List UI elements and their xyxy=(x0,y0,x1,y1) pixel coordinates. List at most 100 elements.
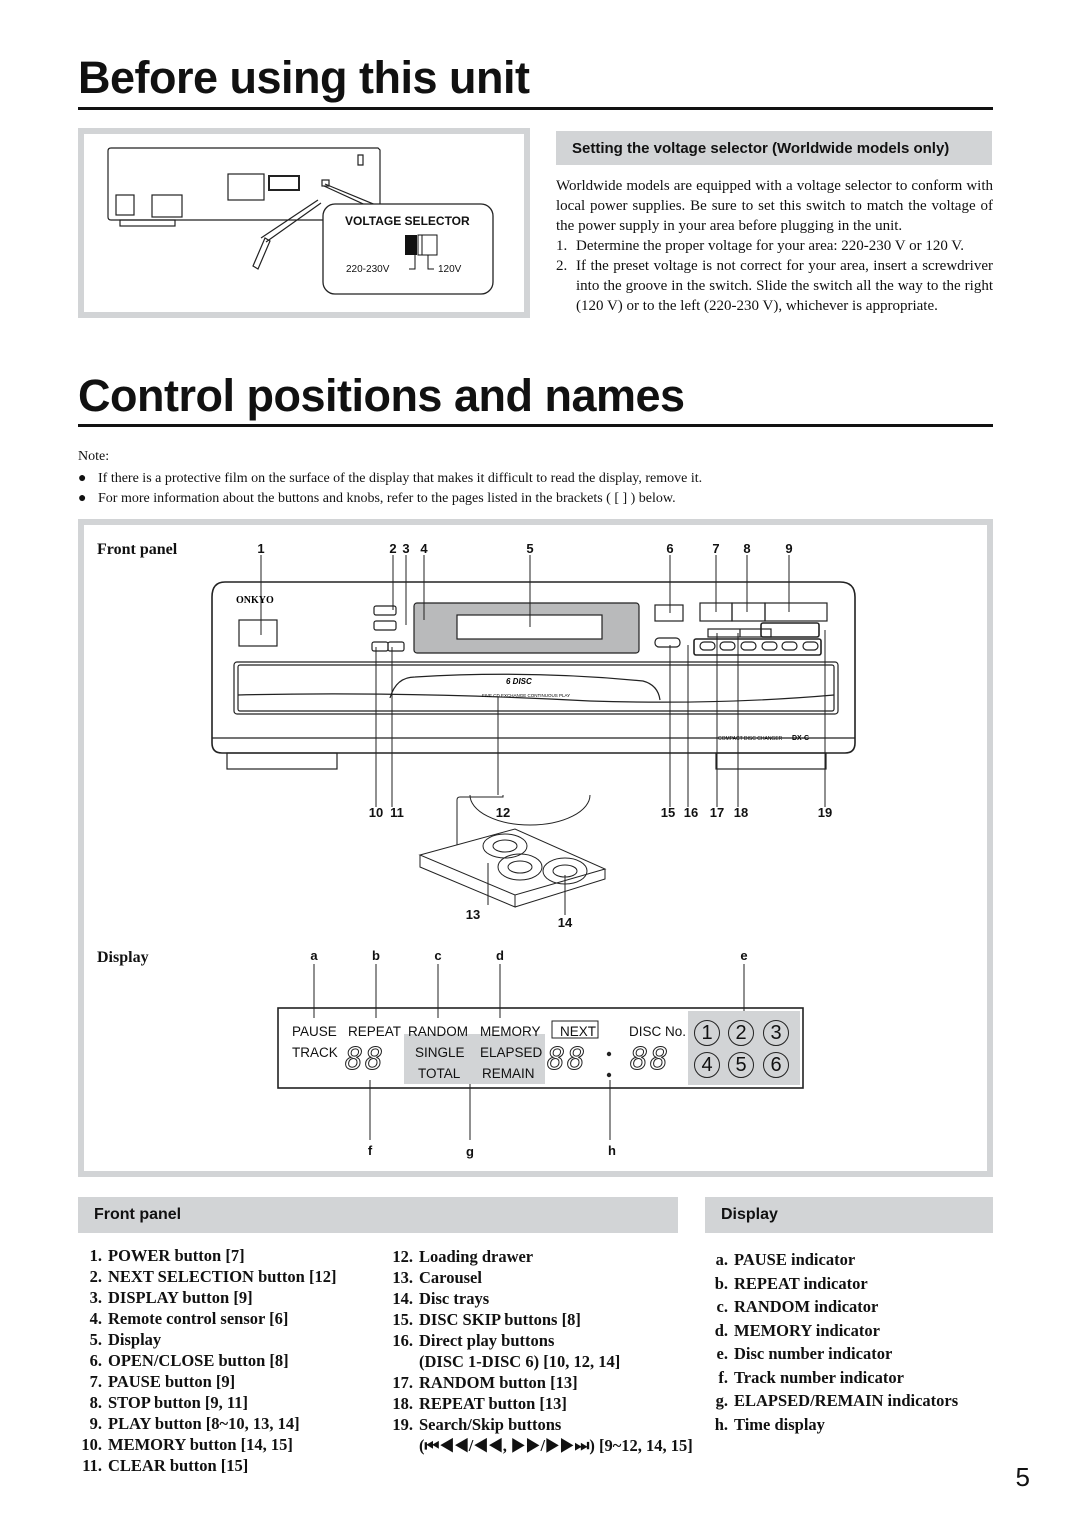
legend-item: c. RANDOM indicator xyxy=(700,1295,958,1319)
legend-item-text: MEMORY button [14, 15] xyxy=(108,1435,293,1454)
next-indicator: NEXT xyxy=(560,1024,597,1039)
legend-item-text: Search/Skip buttons xyxy=(419,1415,562,1434)
single-indicator: SINGLE xyxy=(415,1045,465,1060)
disc-number-6: 6 xyxy=(763,1052,789,1078)
callout-10: 10 xyxy=(368,805,384,820)
voltage-selector-label: VOLTAGE SELECTOR xyxy=(345,214,470,228)
legend-item-text: CLEAR button [15] xyxy=(108,1456,249,1475)
legend-item-text: ELAPSED/REMAIN indicators xyxy=(734,1391,959,1410)
callout-3: 3 xyxy=(402,541,410,556)
legend-item: g. ELAPSED/REMAIN indicators xyxy=(700,1389,959,1413)
section-title-before-using: Before using this unit xyxy=(78,52,530,103)
legend-item-text: Direct play buttons xyxy=(419,1331,555,1350)
legend-item-text: Track number indicator xyxy=(734,1367,904,1387)
memory-indicator: MEMORY xyxy=(480,1024,541,1039)
legend-item-text: (DISC 1-DISC 6) [10, 12, 14] xyxy=(419,1352,621,1371)
remain-indicator: REMAIN xyxy=(482,1066,535,1081)
legend-item: d. MEMORY indicator xyxy=(700,1319,958,1343)
legend-item: a. PAUSE indicator xyxy=(700,1248,958,1272)
legend-item-text: POWER button [7] xyxy=(108,1246,245,1265)
front-panel-list-col1: 1. POWER button [7] 2. NEXT SELECTION butto… xyxy=(74,1245,336,1476)
legend-item-number: 9. xyxy=(89,1414,102,1433)
callout-2: 2 xyxy=(389,541,397,556)
legend-item-text: PLAY button [8~10, 13, 14] xyxy=(108,1414,300,1433)
legend-item-text: REPEAT button [13] xyxy=(419,1394,567,1413)
legend-item: (⏮◀◀/◀◀, ▶▶/▶▶⏭) [9~12, 14, 15] xyxy=(385,1435,693,1456)
disc-number-2: 2 xyxy=(728,1020,754,1046)
legend-item-number: 1. xyxy=(89,1246,102,1265)
time-minutes-digits: 88 xyxy=(546,1042,588,1078)
legend-item: 1. POWER button [7] xyxy=(74,1245,336,1266)
legend-item: 17. RANDOM button [13] xyxy=(385,1372,693,1393)
callout-16: 16 xyxy=(683,805,699,820)
callout-h: h xyxy=(608,1143,616,1158)
legend-item: h. Time display xyxy=(700,1413,958,1437)
callout-1: 1 xyxy=(257,541,265,556)
legend-item-number: 14. xyxy=(392,1289,413,1308)
legend-item: 19. Search/Skip buttons xyxy=(385,1414,693,1435)
legend-item-number: d. xyxy=(714,1320,728,1340)
legend-item-number: c. xyxy=(716,1297,728,1316)
legend-item: 7. PAUSE button [9] xyxy=(74,1371,336,1392)
legend-item-number xyxy=(385,1435,413,1456)
legend-item: 4. Remote control sensor [6] xyxy=(74,1308,336,1329)
elapsed-indicator: ELAPSED xyxy=(480,1045,543,1060)
legend-item-number: a. xyxy=(715,1250,728,1269)
legend-item-number: 3. xyxy=(89,1288,102,1307)
callout-13: 13 xyxy=(465,907,481,922)
note-bullet: ● If there is a protective film on the su… xyxy=(78,471,703,486)
brand-logo: ONKYO xyxy=(236,595,274,606)
legend-item: f. Track number indicator xyxy=(700,1366,958,1390)
tagline: FIVE CD EXCHANGE CONTINUOUS PLAY xyxy=(482,693,570,698)
voltage-120-label: 120V xyxy=(438,264,462,275)
legend-item-text: (⏮◀◀/◀◀, ▶▶/▶▶⏭) [9~12, 14, 15] xyxy=(419,1436,693,1455)
note-bullets: ● If there is a protective film on the su… xyxy=(78,469,702,509)
legend-item-number: h. xyxy=(714,1414,728,1434)
legend-item-number: e. xyxy=(716,1344,728,1363)
callout-7: 7 xyxy=(712,541,720,556)
callout-4: 4 xyxy=(420,541,428,556)
callout-18: 18 xyxy=(733,805,749,820)
legend-item-text: PAUSE button [9] xyxy=(108,1372,236,1391)
legend-item-text: Remote control sensor [6] xyxy=(108,1309,289,1328)
loading-drawer-illustration xyxy=(418,795,607,915)
legend-item-text: Loading drawer xyxy=(419,1247,534,1266)
legend-item: 18. REPEAT button [13] xyxy=(385,1393,693,1414)
legend-item-text: RANDOM indicator xyxy=(734,1297,879,1316)
model-code: DX-C xyxy=(792,735,809,742)
legend-item-text: Carousel xyxy=(419,1268,482,1287)
callout-5: 5 xyxy=(526,541,534,556)
front-panel-illustration: ONKYO 6 DISC FIVE CD EXCHANGE CONTINUOUS… xyxy=(211,555,856,807)
legend-item-text: Disc number indicator xyxy=(734,1344,893,1363)
six-disc-logo: 6 DISC xyxy=(506,677,532,686)
page-number: 5 xyxy=(1015,1462,1030,1492)
voltage-220-label: 220-230V xyxy=(346,264,390,275)
display-legend-heading: Display xyxy=(705,1197,993,1233)
legend-item: 5. Display xyxy=(74,1329,336,1350)
legend-item-text: DISC SKIP buttons [8] xyxy=(419,1310,581,1329)
voltage-section-heading: Setting the voltage selector (Worldwide … xyxy=(556,131,992,165)
legend-item: 2. NEXT SELECTION button [12] xyxy=(74,1266,337,1287)
voltage-step: 1. Determine the proper voltage for your … xyxy=(556,238,964,254)
legend-item-number: 18. xyxy=(392,1394,413,1413)
section-title-control-positions: Control positions and names xyxy=(78,370,685,421)
note-bullet: ● For more information about the buttons … xyxy=(78,491,676,506)
model-label: COMPACT DISC CHANGER xyxy=(718,736,783,742)
callout-6: 6 xyxy=(666,541,674,556)
display-figure-label: Display xyxy=(97,949,149,966)
legend-item-number: 13. xyxy=(392,1268,413,1287)
title-rule xyxy=(78,424,993,427)
disc-number-1: 1 xyxy=(694,1020,720,1046)
legend-item-number: g. xyxy=(715,1391,728,1410)
legend-item-text: Time display xyxy=(734,1414,825,1434)
legend-item-text: OPEN/CLOSE button [8] xyxy=(108,1351,289,1370)
legend-item: 11. CLEAR button [15] xyxy=(74,1455,336,1476)
legend-item-text: MEMORY indicator xyxy=(734,1320,880,1340)
legend-item-number: 16. xyxy=(392,1331,413,1350)
front-panel-list-col2: 12. Loading drawer 13. Carousel 14. Disc tray… xyxy=(385,1246,693,1456)
disc-number-4: 4 xyxy=(694,1052,720,1078)
legend-item-text: STOP button [9, 11] xyxy=(108,1393,248,1412)
legend-item: 9. PLAY button [8~10, 13, 14] xyxy=(74,1413,336,1434)
legend-item-number: 2. xyxy=(89,1267,102,1286)
legend-item-number: 7. xyxy=(89,1372,102,1391)
